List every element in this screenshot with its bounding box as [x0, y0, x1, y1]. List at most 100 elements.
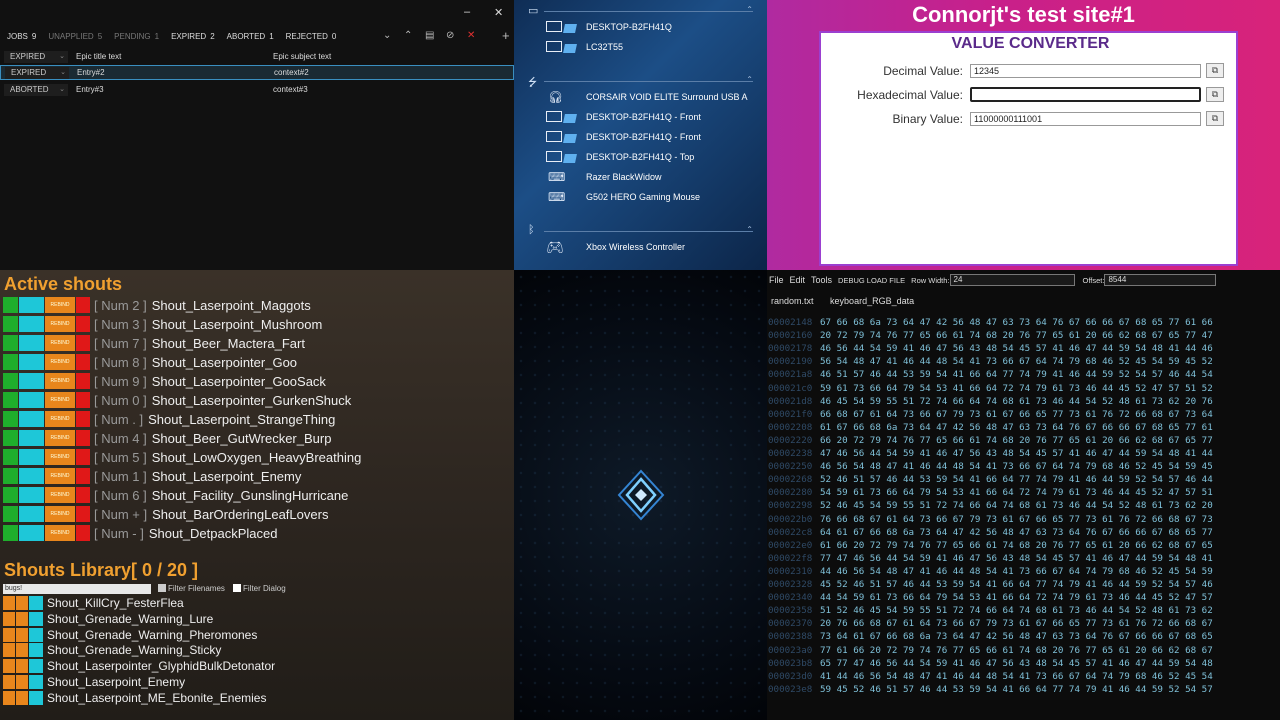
device-item[interactable]: DESKTOP-B2FH41Q - Top [544, 148, 694, 166]
play-button[interactable] [16, 659, 28, 674]
device-item[interactable]: DESKTOP-B2FH41Q [544, 18, 672, 36]
play-button[interactable] [3, 468, 18, 484]
rebind-button[interactable]: REBIND [45, 392, 75, 408]
menu-button[interactable] [19, 392, 44, 408]
decimal-input[interactable]: 12345 [970, 64, 1201, 78]
menu-button[interactable] [29, 659, 43, 674]
menu-file[interactable]: File [769, 275, 784, 285]
shout-name[interactable]: Shout_Laserpointer_GlyphidBulkDetonator [47, 659, 275, 673]
menu-button[interactable] [19, 297, 44, 313]
hex-bytes[interactable]: 77 61 66 20 72 79 74 76 77 65 66 61 74 6… [820, 645, 1213, 656]
hex-bytes[interactable]: 64 61 67 66 68 6a 73 64 47 42 56 48 47 6… [820, 527, 1213, 538]
hex-bytes[interactable]: 44 54 59 61 73 66 64 79 54 53 41 66 64 7… [820, 592, 1213, 603]
play-button[interactable] [16, 690, 28, 705]
rebind-button[interactable]: REBIND [45, 487, 75, 503]
menu-button[interactable] [29, 690, 43, 705]
remove-button[interactable] [76, 316, 90, 332]
menu-button[interactable] [19, 449, 44, 465]
play-button[interactable] [3, 354, 18, 370]
job-row[interactable]: EXPIRED ⌄ Entry#2 context#2 [0, 65, 514, 80]
filter-filenames-checkbox[interactable]: Filter Filenames [158, 584, 225, 593]
stat-item[interactable]: JOBS 9 [7, 32, 36, 41]
remove-button[interactable] [76, 525, 90, 541]
shout-name[interactable]: Shout_Laserpoint_ME_Ebonite_Enemies [47, 691, 266, 705]
copy-decimal-button[interactable]: ⧉ [1206, 63, 1224, 78]
menu-button[interactable] [19, 373, 44, 389]
shout-name[interactable]: Shout_Grenade_Warning_Pheromones [47, 628, 257, 642]
menu-button[interactable] [29, 675, 43, 689]
rebind-button[interactable]: REBIND [45, 316, 75, 332]
device-item[interactable]: ⌨ G502 HERO Gaming Mouse [544, 188, 700, 206]
play-button[interactable] [3, 430, 18, 446]
hex-bytes[interactable]: 46 56 44 54 59 41 46 47 56 43 48 54 45 5… [820, 343, 1213, 354]
hex-bytes[interactable]: 59 45 52 46 51 57 46 44 53 59 54 41 66 6… [820, 684, 1213, 695]
rebind-button[interactable]: REBIND [45, 373, 75, 389]
status-dropdown[interactable]: EXPIRED ⌄ [5, 67, 69, 79]
hex-bytes[interactable]: 46 56 54 48 47 41 46 44 48 54 41 73 66 6… [820, 461, 1213, 472]
rebind-button[interactable]: REBIND [45, 468, 75, 484]
chevron-up-icon[interactable]: ⌃ [404, 30, 412, 41]
hex-bytes[interactable]: 73 64 61 67 66 68 6a 73 64 47 42 56 48 4… [820, 631, 1213, 642]
copy-binary-button[interactable]: ⧉ [1206, 111, 1224, 126]
menu-button[interactable] [19, 525, 44, 541]
job-subject[interactable]: context#3 [273, 85, 308, 94]
hex-bytes[interactable]: 67 66 68 6a 73 64 47 42 56 48 47 63 73 6… [820, 317, 1213, 328]
device-item[interactable]: DESKTOP-B2FH41Q - Front [544, 108, 701, 126]
remove-button[interactable] [76, 449, 90, 465]
hex-bytes[interactable]: 59 61 73 66 64 79 54 53 41 66 64 72 74 7… [820, 383, 1213, 394]
shout-name[interactable]: Shout_Grenade_Warning_Sticky [47, 643, 221, 657]
play-button[interactable] [3, 316, 18, 332]
play-button[interactable] [3, 392, 18, 408]
tab-random-txt[interactable]: random.txt [771, 296, 814, 306]
hex-bytes[interactable]: 46 45 54 59 55 51 72 74 66 64 74 68 61 7… [820, 396, 1213, 407]
hex-bytes[interactable]: 61 67 66 68 6a 73 64 47 42 56 48 47 63 7… [820, 422, 1213, 433]
status-filter-dropdown[interactable]: EXPIRED ⌄ [4, 51, 68, 63]
status-dropdown[interactable]: ABORTED ⌄ [4, 84, 68, 96]
remove-button[interactable] [76, 335, 90, 351]
device-item[interactable]: 🎧︎ CORSAIR VOID ELITE Surround USB A [544, 88, 748, 106]
remove-button[interactable] [76, 468, 90, 484]
shout-name[interactable]: Shout_KillCry_FesterFlea [47, 596, 184, 610]
hex-bytes[interactable]: 51 52 46 45 54 59 55 51 72 74 66 64 74 6… [820, 605, 1213, 616]
hex-bytes[interactable]: 52 46 45 54 59 55 51 72 74 66 64 74 68 6… [820, 500, 1213, 511]
remove-button[interactable] [76, 392, 90, 408]
menu-tools[interactable]: Tools [811, 275, 832, 285]
row-width-input[interactable]: 24 [949, 274, 1075, 286]
chevron-down-icon[interactable]: ⌄ [383, 30, 391, 41]
stat-item[interactable]: ABORTED 1 [227, 32, 274, 41]
link-icon[interactable]: ⊘ [446, 30, 454, 41]
device-item[interactable]: 🎮︎ Xbox Wireless Controller [544, 238, 685, 256]
add-button[interactable] [3, 690, 15, 705]
add-button[interactable] [3, 596, 15, 610]
play-button[interactable] [16, 627, 28, 642]
binary-input[interactable]: 11000000111001 [970, 112, 1201, 126]
rebind-button[interactable]: REBIND [45, 354, 75, 370]
job-title[interactable]: Entry#2 [77, 68, 105, 77]
clipboard-icon[interactable]: ▤ [425, 30, 434, 41]
rebind-button[interactable]: REBIND [45, 411, 75, 427]
add-button[interactable] [3, 611, 15, 626]
rebind-button[interactable]: REBIND [45, 297, 75, 313]
device-item[interactable]: DESKTOP-B2FH41Q - Front [544, 128, 701, 146]
hex-bytes[interactable]: 45 52 46 51 57 46 44 53 59 54 41 66 64 7… [820, 579, 1213, 590]
remove-button[interactable] [76, 506, 90, 522]
hex-bytes[interactable]: 61 66 20 72 79 74 76 77 65 66 61 74 68 2… [820, 540, 1213, 551]
hex-bytes[interactable]: 46 51 57 46 44 53 59 54 41 66 64 77 74 7… [820, 369, 1213, 380]
play-button[interactable] [3, 506, 18, 522]
rebind-button[interactable]: REBIND [45, 506, 75, 522]
play-button[interactable] [3, 297, 18, 313]
hex-bytes[interactable]: 66 20 72 79 74 76 77 65 66 61 74 68 20 7… [820, 435, 1213, 446]
play-button[interactable] [16, 675, 28, 689]
remove-button[interactable] [76, 373, 90, 389]
play-button[interactable] [16, 596, 28, 610]
play-button[interactable] [3, 373, 18, 389]
device-item[interactable]: LC32T55 [544, 38, 623, 56]
hex-bytes[interactable]: 44 46 56 54 48 47 41 46 44 48 54 41 73 6… [820, 566, 1213, 577]
tab-keyboard-rgb-data[interactable]: keyboard_RGB_data [830, 296, 914, 306]
add-button[interactable] [3, 675, 15, 689]
hex-bytes[interactable]: 54 59 61 73 66 64 79 54 53 41 66 64 72 7… [820, 487, 1213, 498]
close-button[interactable]: ✕ [494, 6, 503, 19]
rebind-button[interactable]: REBIND [45, 449, 75, 465]
menu-button[interactable] [29, 611, 43, 626]
play-button[interactable] [3, 335, 18, 351]
